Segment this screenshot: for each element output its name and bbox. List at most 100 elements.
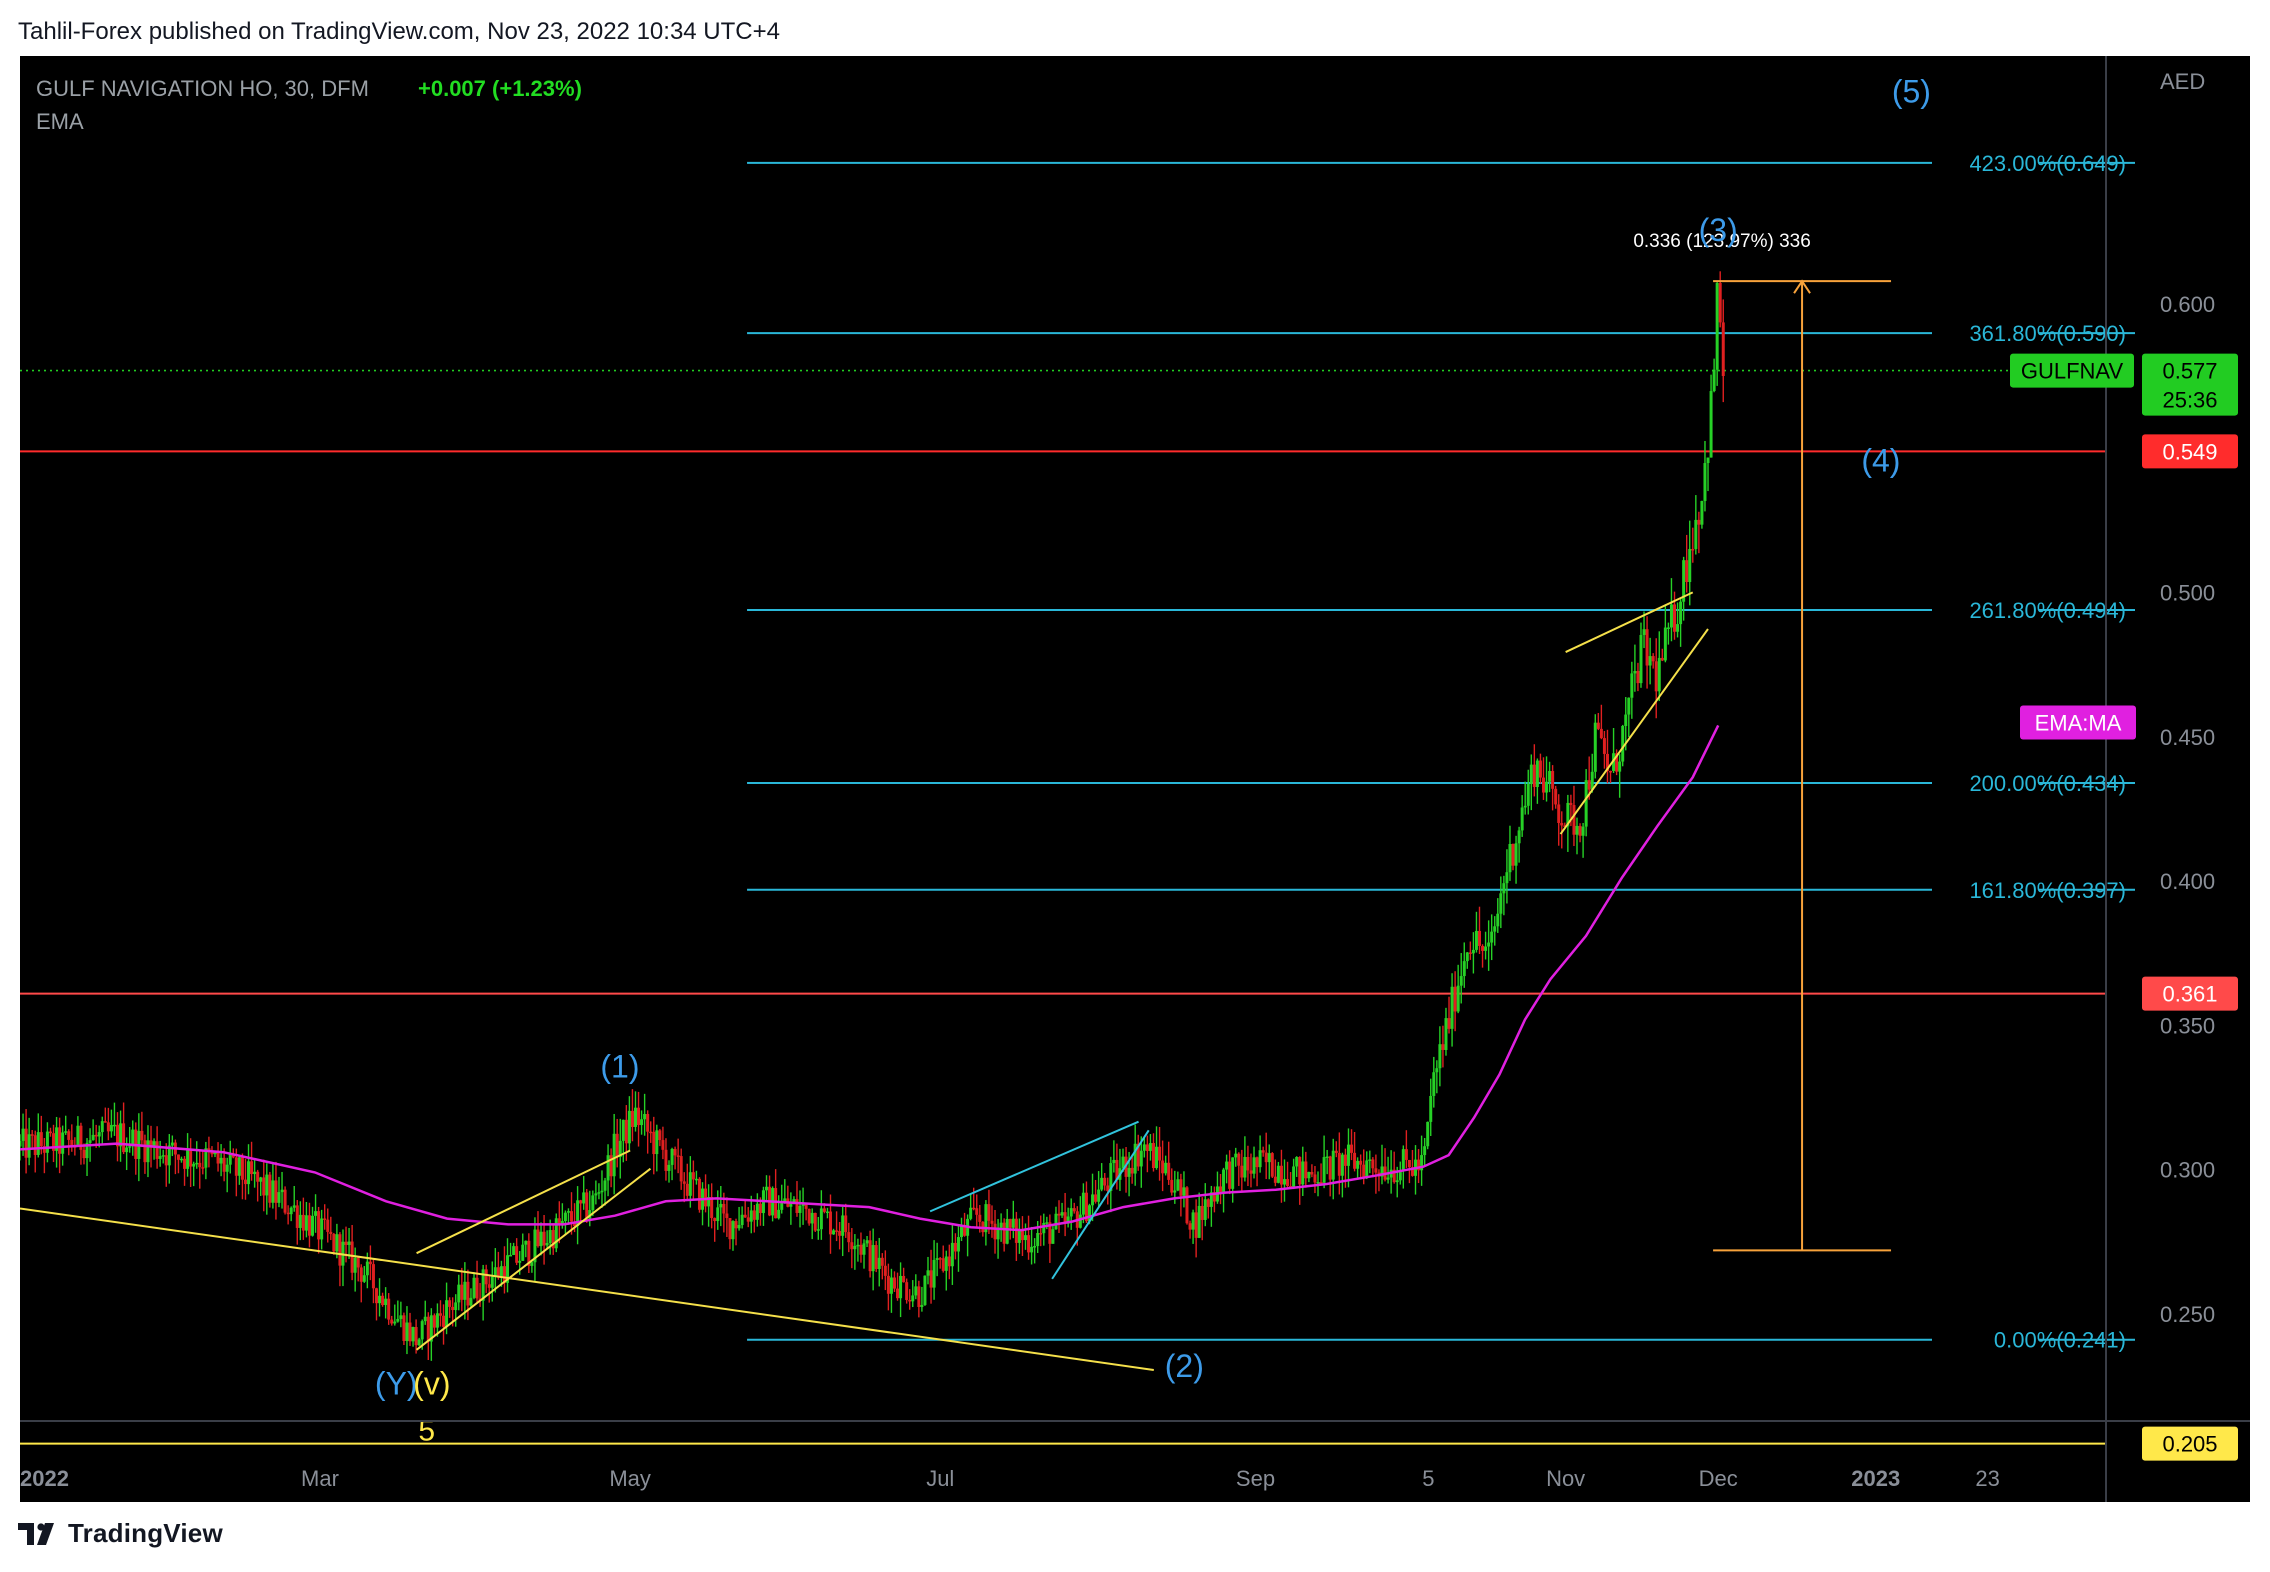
candle-body-down [390, 1319, 394, 1324]
candle-body-down [905, 1282, 909, 1300]
candle-body-down [359, 1267, 363, 1282]
candle-body-up [109, 1124, 113, 1132]
candle-body-up [1356, 1160, 1360, 1169]
candle-body-down [1185, 1187, 1189, 1224]
candle-body-up [1033, 1246, 1037, 1248]
candle-body-down [487, 1284, 491, 1288]
candle-body-up [423, 1316, 427, 1322]
candle-body-up [944, 1256, 948, 1271]
candle-body-down [1599, 728, 1603, 739]
candle-body-up [335, 1234, 339, 1252]
candle-body-down [1170, 1179, 1174, 1193]
candle-body-up [1231, 1157, 1235, 1189]
candle-body-down [24, 1128, 28, 1158]
candle-body-up [420, 1321, 424, 1340]
candle-body-up [554, 1218, 558, 1249]
candle-body-up [889, 1277, 893, 1294]
candle-body-up [271, 1180, 275, 1203]
candle-body-down [58, 1127, 62, 1154]
candle-body-up [1548, 771, 1552, 782]
fib-level-label: 361.80%(0.590) [1969, 321, 2126, 346]
y-tick-label: 0.400 [2160, 869, 2215, 894]
x-tick-label: Dec [1699, 1466, 1738, 1491]
candle-body-up [1535, 760, 1539, 787]
candle-body-down [329, 1231, 333, 1234]
candle-body-up [640, 1119, 644, 1126]
symbol-legend[interactable]: GULF NAVIGATION HO, 30, DFM [36, 76, 369, 101]
candle-body-up [603, 1180, 607, 1191]
indicator-legend[interactable]: EMA [36, 109, 84, 134]
candle-body-up [128, 1146, 132, 1148]
candle-body-up [195, 1162, 199, 1165]
candle-body-up [582, 1192, 586, 1204]
candle-body-down [630, 1110, 634, 1127]
candle-body-down [896, 1288, 900, 1299]
candle-body-up [521, 1244, 525, 1261]
candle-body-down [307, 1215, 311, 1236]
candle-body-up [1709, 391, 1713, 458]
candle-body-down [1359, 1160, 1363, 1165]
candle-body-down [301, 1214, 305, 1231]
candle-body-up [411, 1327, 415, 1342]
candle-body-down [1188, 1223, 1192, 1230]
candle-body-up [353, 1257, 357, 1273]
candle-body-down [1350, 1144, 1354, 1153]
candle-body-up [1176, 1179, 1180, 1191]
price-tag-label: 0.361 [2162, 982, 2217, 1007]
candle-body-down [807, 1208, 811, 1224]
candle-body-down [746, 1217, 750, 1222]
candle-body-down [947, 1256, 951, 1267]
candle-body-up [716, 1207, 720, 1222]
candle-body-up [1679, 601, 1683, 625]
candle-body-down [198, 1162, 202, 1168]
chart-area[interactable]: 423.00%(0.649) 361.80%(0.590) 261.80%(0.49… [20, 56, 2250, 1502]
price-chart[interactable]: 423.00%(0.649) 361.80%(0.590) 261.80%(0.49… [20, 56, 2250, 1502]
candle-body-up [20, 1140, 22, 1147]
candle-body-down [938, 1258, 942, 1260]
tradingview-logo[interactable]: TradingView [18, 1518, 223, 1549]
candle-body-up [1203, 1199, 1207, 1220]
x-tick-label: May [609, 1466, 651, 1491]
candle-body-up [655, 1130, 659, 1155]
candle-body-up [627, 1110, 631, 1144]
candle-body-up [1642, 629, 1646, 635]
candle-body-up [1657, 657, 1661, 692]
candle-body-down [1532, 764, 1536, 787]
candle-body-up [518, 1260, 522, 1263]
candle-body-down [103, 1121, 107, 1123]
candle-body-down [972, 1207, 976, 1210]
candle-body-down [1310, 1171, 1314, 1175]
candle-body-up [1706, 457, 1710, 464]
trend-line [415, 1167, 652, 1351]
candle-body-down [874, 1245, 878, 1269]
candle-body-up [856, 1244, 860, 1247]
candle-body-down [850, 1242, 854, 1250]
candle-body-up [314, 1211, 318, 1216]
candle-body-up [280, 1189, 284, 1193]
candle-body-down [1441, 1044, 1445, 1050]
candle-body-up [1575, 825, 1579, 835]
candle-body-up [289, 1207, 293, 1215]
candle-body-down [94, 1134, 98, 1137]
countdown-label: 25:36 [2162, 388, 2217, 413]
candle-body-down [402, 1315, 406, 1341]
candle-body-up [1267, 1153, 1271, 1163]
candle-body-up [1474, 930, 1478, 950]
candle-body-up [1243, 1156, 1247, 1178]
candle-body-up [1700, 500, 1704, 525]
candle-body-down [1697, 519, 1701, 525]
candle-body-down [1206, 1199, 1210, 1207]
candle-body-down [710, 1196, 714, 1219]
candle-body-up [606, 1155, 610, 1181]
candle-body-up [225, 1164, 229, 1172]
candle-body-down [953, 1242, 957, 1252]
candle-body-up [1395, 1180, 1399, 1183]
candle-body-up [935, 1258, 939, 1260]
candle-body-down [691, 1172, 695, 1180]
candle-body-down [1279, 1165, 1283, 1185]
candle-body-up [125, 1147, 129, 1153]
candle-body-down [438, 1313, 442, 1316]
candle-body-down [993, 1223, 997, 1240]
candle-body-up [877, 1257, 881, 1269]
candle-body-up [1307, 1171, 1311, 1179]
